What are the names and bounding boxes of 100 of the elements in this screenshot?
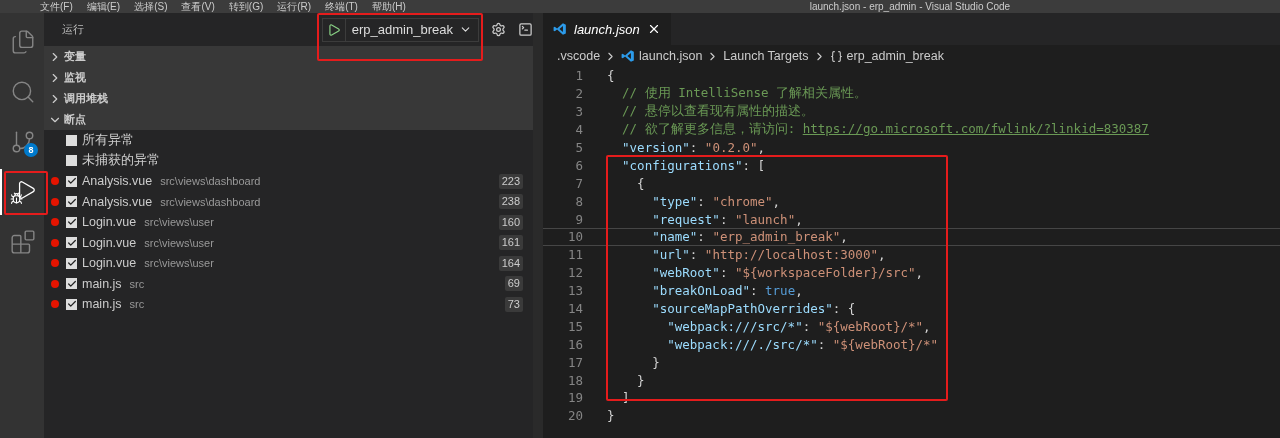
breakpoint-path: src\views\user [144, 257, 214, 270]
line-number: 6 [574, 157, 583, 173]
menu-item[interactable]: 查看(V) [181, 0, 215, 13]
files-icon [10, 29, 36, 55]
line-number-badge: 69 [504, 276, 523, 292]
line-number: 8 [574, 193, 583, 209]
line-number: 5 [574, 140, 583, 155]
line-number-badge: 161 [498, 235, 523, 251]
checkbox[interactable] [66, 134, 77, 146]
menu-item[interactable]: 选择(S) [134, 0, 168, 13]
line-number: 3 [574, 104, 583, 120]
breakpoint-path: src\views\user [144, 216, 214, 229]
breakpoint-path: src [129, 298, 145, 311]
code-line: "webRoot": "${workspaceFolder}/src", [651, 265, 924, 281]
highlight-frame [4, 171, 48, 215]
code-line: "request": "launch", [651, 211, 803, 227]
code-line: { [636, 175, 645, 191]
menu-item[interactable]: 运行(R) [277, 0, 312, 13]
line-number-badge: 160 [498, 214, 523, 230]
breakpoint-path: src\views\dashboard [160, 195, 261, 208]
line-number: 14 [566, 301, 583, 316]
breakpoint-dot [51, 238, 59, 247]
count-badge: 8 [24, 143, 38, 157]
line-number: 16 [566, 336, 583, 352]
code-line: } [636, 372, 645, 388]
code-line: } [651, 354, 660, 370]
search-icon [10, 79, 36, 105]
braces-icon [829, 49, 843, 63]
breakpoint-file[interactable]: Login.vue [82, 256, 137, 271]
line-number: 17 [566, 354, 583, 370]
line-number: 7 [574, 175, 583, 191]
activity-item[interactable]: 8 [0, 119, 44, 165]
section-header[interactable]: 变量 [44, 46, 533, 67]
code-line: "breakOnLoad": true, [651, 283, 803, 299]
checkbox[interactable] [66, 216, 77, 228]
menu-item[interactable]: 文件(F) [40, 0, 73, 13]
menu-item[interactable]: 编辑(E) [86, 0, 121, 13]
section-header[interactable]: 调用堆栈 [44, 88, 533, 109]
breadcrumb-item[interactable]: Launch Targets [723, 49, 809, 63]
line-number: 2 [574, 86, 583, 102]
breadcrumb-item[interactable]: .vscode [557, 49, 601, 63]
breakpoint-path: src\views\user [144, 236, 214, 249]
breakpoint-file[interactable]: main.js [82, 276, 122, 291]
line-number: 1 [574, 68, 583, 84]
window-title: launch.json - erp_admin - Visual Studio Code [808, 0, 1011, 13]
breakpoint-file[interactable]: Analysis.vue [82, 194, 153, 209]
debug-console-icon[interactable] [518, 22, 533, 37]
exception-label: 未捕获的异常 [82, 152, 160, 170]
breadcrumb-item[interactable]: launch.json [639, 49, 703, 63]
breadcrumb-item[interactable]: erp_admin_break [846, 49, 944, 63]
line-number: 4 [574, 122, 583, 138]
code-line: "type": "chrome", [651, 193, 781, 209]
code-line: // 欲了解更多信息，请访问: https://go.microsoft.com/fwlink/?linkid=830387 [621, 121, 1149, 139]
line-number: 20 [566, 408, 583, 424]
sidebar-title: 运行 [62, 22, 85, 37]
line-number: 9 [574, 211, 583, 227]
code-line: } [607, 408, 615, 424]
checkbox[interactable] [66, 278, 77, 290]
breakpoint-path: src [129, 277, 145, 290]
code-line: { [607, 68, 615, 84]
play-icon [326, 22, 341, 37]
exception-label: 所有异常 [82, 131, 134, 149]
menu-item[interactable]: 帮助(H) [371, 0, 406, 13]
checkbox[interactable] [66, 175, 77, 187]
menu-item[interactable]: 终端(T) [325, 0, 358, 13]
config-dropdown[interactable]: erp_admin_break [321, 17, 479, 42]
line-number-badge: 238 [498, 194, 523, 210]
checkbox[interactable] [66, 257, 77, 269]
line-number: 10 [566, 229, 583, 245]
settings-icon[interactable] [491, 22, 506, 37]
line-number: 19 [566, 390, 583, 406]
line-number: 15 [566, 318, 583, 334]
line-number: 18 [566, 372, 583, 388]
checkbox[interactable] [66, 298, 77, 310]
line-number-badge: 73 [504, 296, 523, 312]
breakpoint-file[interactable]: Login.vue [82, 235, 137, 250]
code-line: "sourceMapPathOverrides": { [651, 301, 856, 316]
breakpoint-dot [51, 300, 59, 309]
breakpoint-dot [51, 177, 59, 186]
editor-tab[interactable]: launch.json [543, 13, 671, 45]
breakpoint-file[interactable]: main.js [82, 297, 122, 312]
section-header[interactable]: 断点 [44, 109, 533, 130]
code-line: "version": "0.2.0", [621, 140, 766, 155]
menu-item[interactable]: 转到(G) [228, 0, 264, 13]
code-line: "name": "erp_admin_break", [651, 229, 848, 245]
breakpoint-path: src\views\dashboard [160, 175, 261, 188]
code-line: "webpack:///src/*": "${webRoot}/*", [666, 318, 931, 334]
breakpoint-dot [51, 197, 59, 206]
section-header[interactable]: 监视 [44, 67, 533, 88]
breakpoint-file[interactable]: Analysis.vue [82, 174, 153, 189]
line-number-badge: 223 [498, 173, 523, 189]
checkbox[interactable] [66, 196, 77, 208]
breakpoint-dot [51, 279, 59, 288]
breakpoint-file[interactable]: Login.vue [82, 215, 137, 230]
checkbox[interactable] [66, 155, 77, 167]
extensions-icon [10, 229, 36, 255]
breakpoint-dot [51, 259, 59, 268]
line-number: 13 [566, 283, 583, 299]
checkbox[interactable] [66, 237, 77, 249]
vscode-logo-icon [621, 49, 636, 63]
